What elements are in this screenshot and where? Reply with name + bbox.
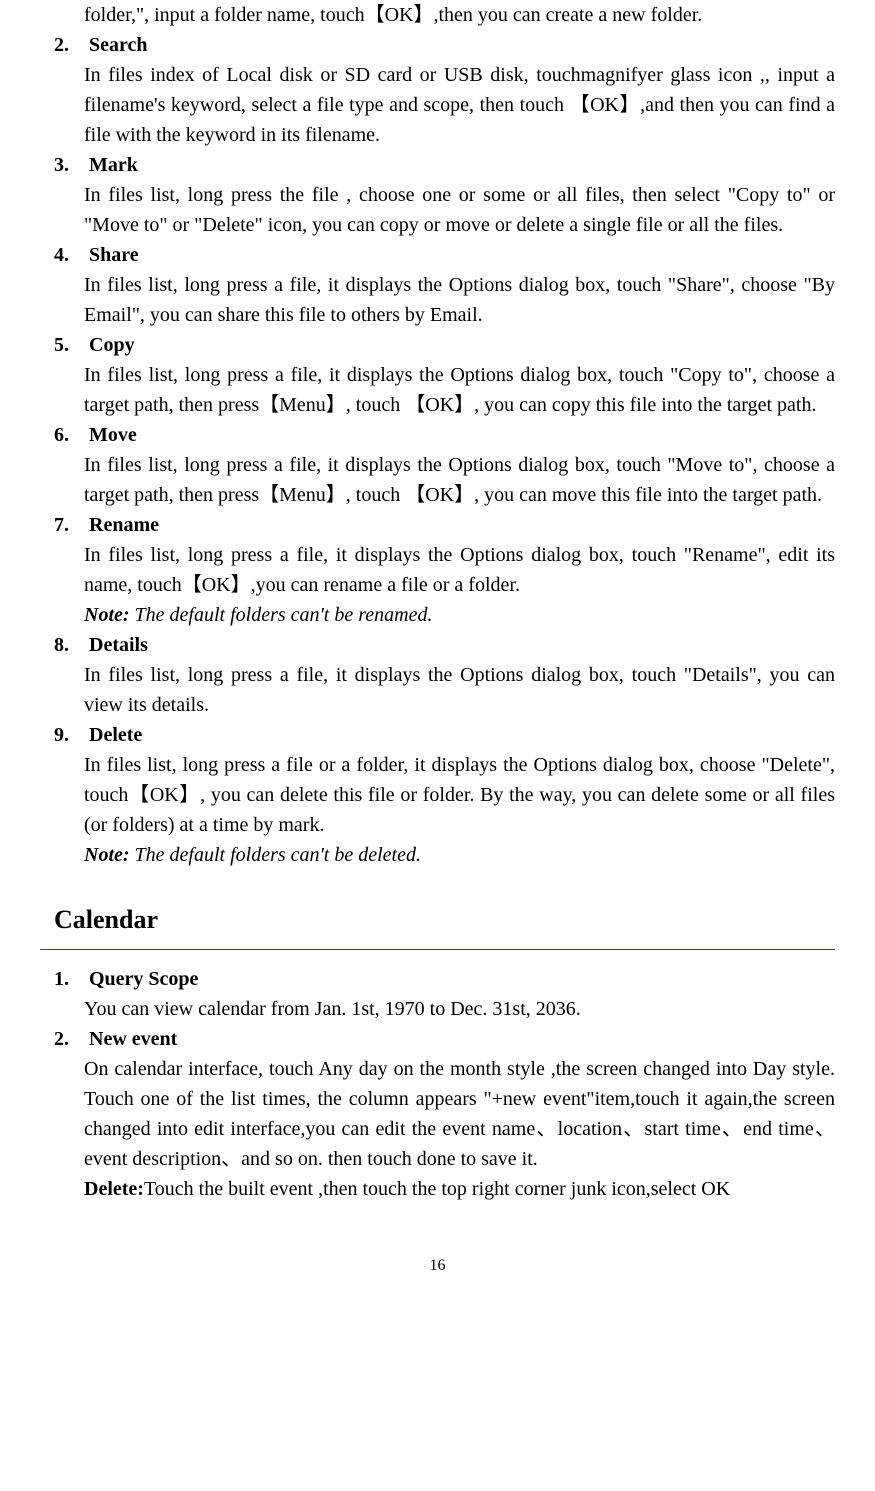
item-mark: 3. Mark In files list, long press the fi… <box>40 150 835 240</box>
item-title: Move <box>89 424 137 446</box>
item-title: Rename <box>89 514 159 536</box>
delete-body: Touch the built event ,then touch the to… <box>144 1178 730 1200</box>
section-divider <box>40 949 835 950</box>
item-title: Query Scope <box>89 968 198 990</box>
item-note: Note: The default folders can't be renam… <box>84 600 835 630</box>
item-body: In files list, long press a file, it dis… <box>84 270 835 330</box>
top-fragment-text: folder,", input a folder name, touch【OK】… <box>84 0 835 30</box>
item-title: Details <box>89 634 148 656</box>
item-title: Mark <box>89 154 138 176</box>
item-body: You can view calendar from Jan. 1st, 197… <box>84 994 835 1024</box>
item-title: Delete <box>89 724 142 746</box>
item-title: New event <box>89 1028 177 1050</box>
item-number: 8. <box>54 630 84 660</box>
item-move: 6. Move In files list, long press a file… <box>40 420 835 510</box>
note-text: The default folders can't be renamed. <box>130 604 433 626</box>
note-label: Note: <box>84 844 130 866</box>
item-body: In files list, long press the file , cho… <box>84 180 835 240</box>
item-number: 9. <box>54 720 84 750</box>
item-body: On calendar interface, touch Any day on … <box>84 1054 835 1174</box>
item-number: 7. <box>54 510 84 540</box>
note-text: The default folders can't be deleted. <box>130 844 421 866</box>
item-new-event: 2. New event On calendar interface, touc… <box>40 1024 835 1204</box>
item-details: 8. Details In files list, long press a f… <box>40 630 835 720</box>
item-number: 1. <box>54 964 84 994</box>
item-rename: 7. Rename In files list, long press a fi… <box>40 510 835 630</box>
item-body: In files list, long press a file or a fo… <box>84 750 835 840</box>
item-query-scope: 1. Query Scope You can view calendar fro… <box>40 964 835 1024</box>
item-note: Note: The default folders can't be delet… <box>84 840 835 870</box>
item-body: In files list, long press a file, it dis… <box>84 660 835 720</box>
item-number: 3. <box>54 150 84 180</box>
item-delete: 9. Delete In files list, long press a fi… <box>40 720 835 870</box>
item-number: 2. <box>54 1024 84 1054</box>
item-search: 2. Search In files index of Local disk o… <box>40 30 835 150</box>
item-delete-line: Delete:Touch the built event ,then touch… <box>84 1174 835 1204</box>
item-number: 2. <box>54 30 84 60</box>
note-label: Note: <box>84 604 130 626</box>
item-number: 5. <box>54 330 84 360</box>
item-body: In files list, long press a file, it dis… <box>84 540 835 600</box>
item-title: Share <box>89 244 139 266</box>
delete-label: Delete: <box>84 1178 144 1200</box>
item-body: In files index of Local disk or SD card … <box>84 60 835 150</box>
item-copy: 5. Copy In files list, long press a file… <box>40 330 835 420</box>
section-title-calendar: Calendar <box>54 900 835 939</box>
item-body: In files list, long press a file, it dis… <box>84 360 835 420</box>
item-number: 4. <box>54 240 84 270</box>
page-number: 16 <box>40 1254 835 1278</box>
item-title: Copy <box>89 334 135 356</box>
item-title: Search <box>89 34 148 56</box>
item-body: In files list, long press a file, it dis… <box>84 450 835 510</box>
item-share: 4. Share In files list, long press a fil… <box>40 240 835 330</box>
item-number: 6. <box>54 420 84 450</box>
